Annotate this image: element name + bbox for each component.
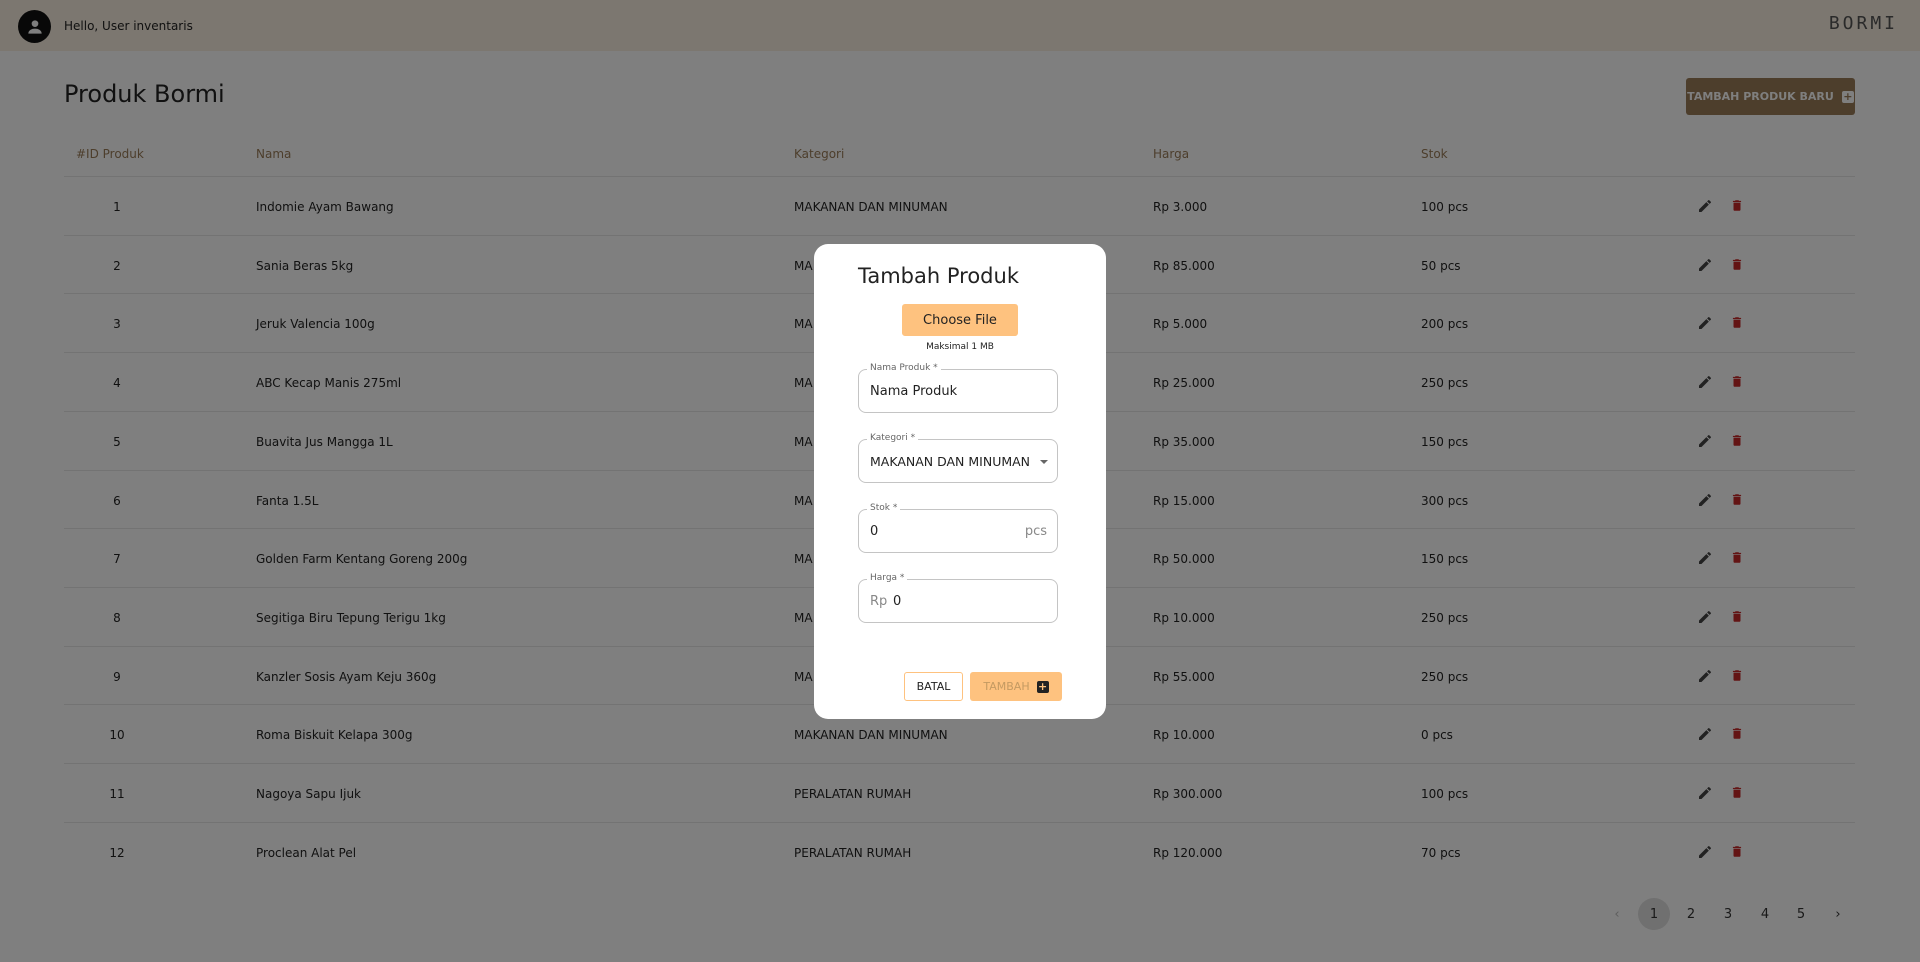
submit-button[interactable]: TAMBAH + xyxy=(970,672,1062,701)
product-name-value: Nama Produk xyxy=(870,384,958,399)
price-field[interactable]: Harga * Rp 0 xyxy=(858,573,1058,623)
stock-value: 0 xyxy=(870,524,879,539)
dialog-title: Tambah Produk xyxy=(858,264,1019,288)
stock-unit: pcs xyxy=(1024,524,1047,539)
file-size-note: Maksimal 1 MB xyxy=(926,342,994,352)
category-value: MAKANAN DAN MINUMAN xyxy=(870,454,1031,469)
cancel-button[interactable]: BATAL xyxy=(904,672,963,701)
add-product-dialog: Tambah Produk Choose File Maksimal 1 MB … xyxy=(814,244,1106,719)
price-value: 0 xyxy=(893,594,902,609)
plus-box-icon: + xyxy=(1036,679,1049,693)
choose-file-button[interactable]: Choose File xyxy=(902,304,1018,336)
category-label: Kategori * xyxy=(867,433,919,443)
product-name-label: Nama Produk * xyxy=(867,363,941,373)
submit-label: TAMBAH xyxy=(983,680,1030,693)
dropdown-arrow-icon xyxy=(1040,460,1048,464)
stock-label: Stok * xyxy=(867,503,901,513)
stock-field[interactable]: Stok * 0 pcs xyxy=(858,503,1058,553)
price-currency: Rp xyxy=(870,594,888,609)
product-name-field[interactable]: Nama Produk * Nama Produk xyxy=(858,363,1058,413)
category-select[interactable]: Kategori * MAKANAN DAN MINUMAN xyxy=(858,433,1058,483)
price-label: Harga * xyxy=(867,573,908,583)
